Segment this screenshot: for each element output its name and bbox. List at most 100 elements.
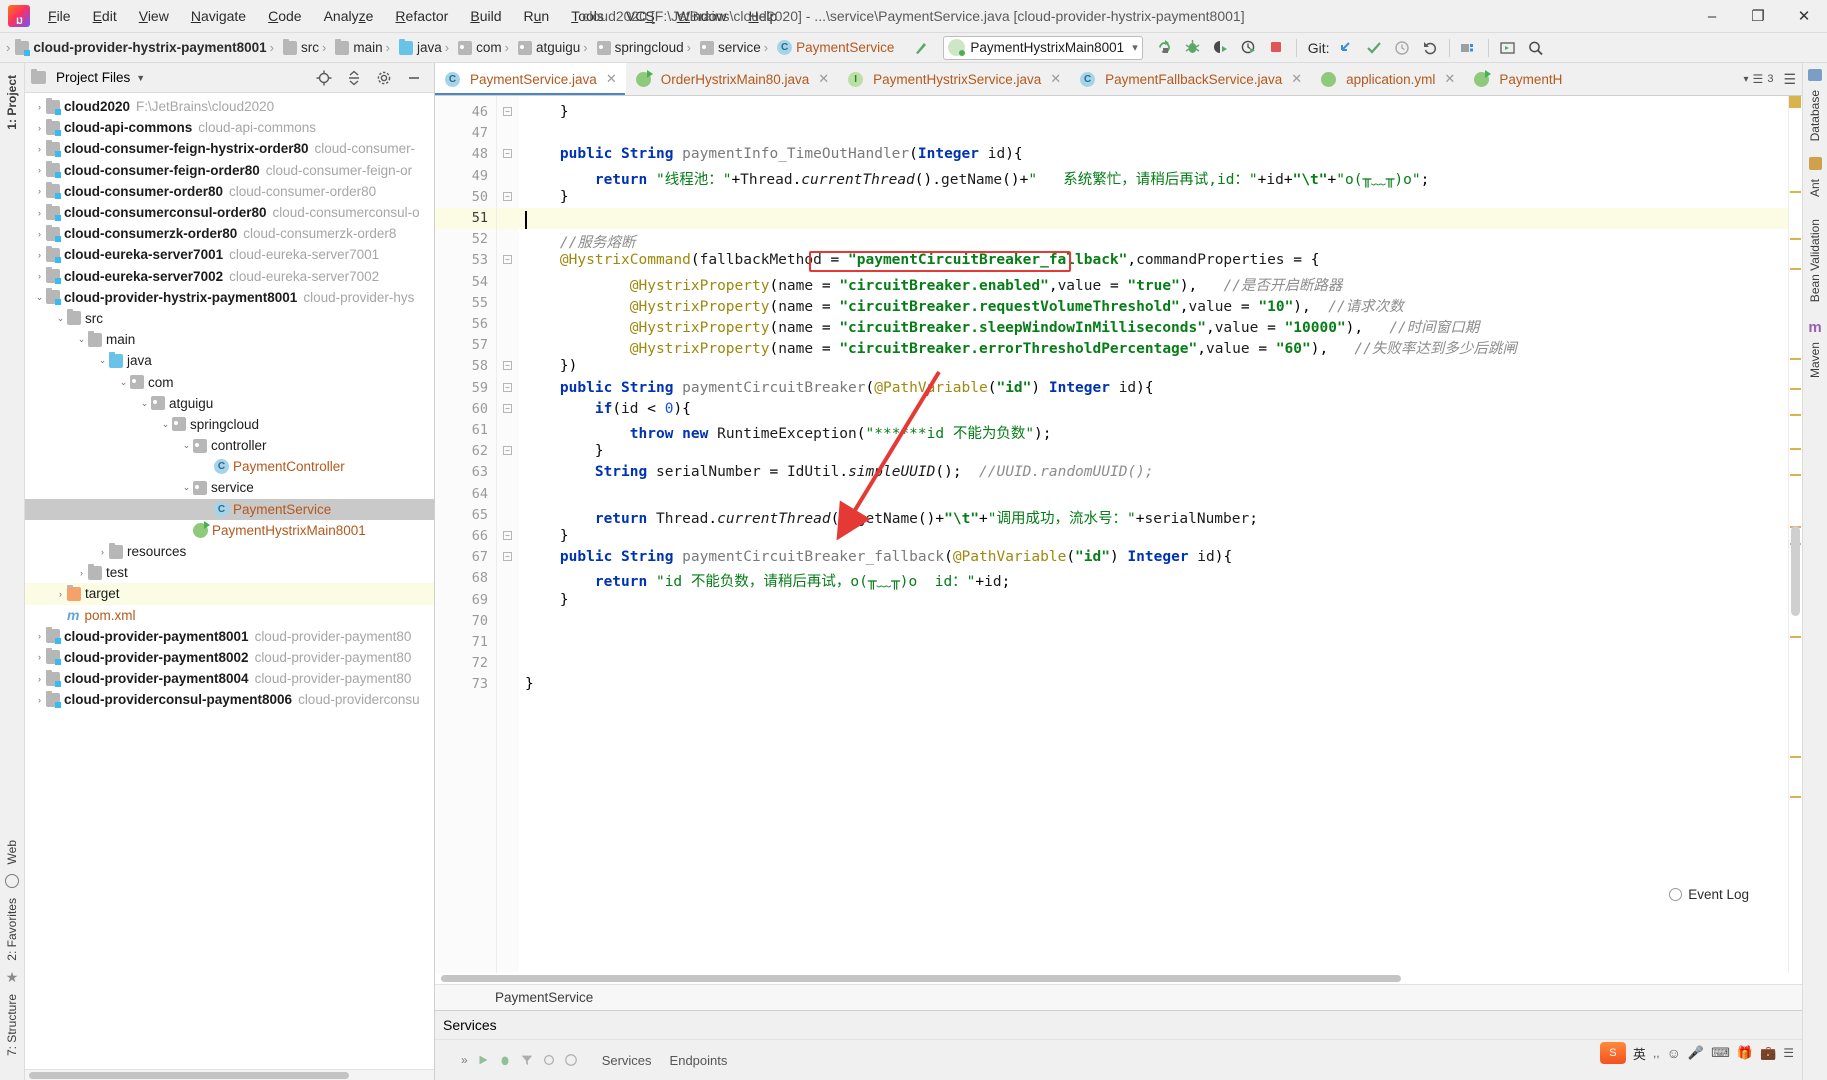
menu-refactor[interactable]: Refactor <box>385 4 458 28</box>
code-line[interactable]: return "线程池："+Thread.currentThread().get… <box>525 168 1429 189</box>
chevron-down-icon[interactable]: ▾ <box>1744 74 1749 85</box>
fold-toggle-icon[interactable]: − <box>503 255 512 265</box>
tree-item-controller[interactable]: ⌄ controller <box>25 435 434 456</box>
tree-item-cloud-providerconsul-payment8006[interactable]: › cloud-providerconsul-payment8006 cloud-p… <box>25 689 434 710</box>
error-stripe-marker[interactable] <box>1790 796 1801 798</box>
run-anything-icon[interactable] <box>1494 35 1522 61</box>
project-structure-icon[interactable] <box>1455 35 1483 61</box>
error-stripe-marker[interactable] <box>1790 474 1801 476</box>
commit-icon[interactable] <box>1360 35 1388 61</box>
tool-window-database[interactable]: Database <box>1808 90 1822 141</box>
fold-toggle-icon[interactable]: − <box>503 361 512 371</box>
tree-expand-arrow[interactable]: › <box>33 165 46 175</box>
menu-window[interactable]: Window <box>667 4 737 28</box>
menu-tools[interactable]: Tools <box>561 4 614 28</box>
gift-icon[interactable]: 🎁 <box>1737 1045 1753 1061</box>
fold-toggle-icon[interactable]: − <box>503 107 512 116</box>
rollback-icon[interactable] <box>1416 35 1444 61</box>
breadcrumb-item-class[interactable]: C PaymentService <box>774 40 897 55</box>
fold-toggle-icon[interactable]: − <box>503 552 512 562</box>
editor-tab-application-yml[interactable]: application.yml ✕ <box>1311 63 1464 95</box>
tree-expand-arrow[interactable]: ⌄ <box>180 482 193 493</box>
tree-item-cloud-eureka-server7001[interactable]: › cloud-eureka-server7001 cloud-eureka-ser… <box>25 244 434 265</box>
settings-icon[interactable] <box>542 1053 556 1067</box>
editor-tabs-overflow[interactable]: ▾ ☰ 3 ☰ <box>1738 63 1802 95</box>
close-icon[interactable]: ✕ <box>603 71 617 87</box>
breadcrumb-item-com[interactable]: com › <box>455 40 515 55</box>
code-editor[interactable]: } public String paymentInfo_TimeOutHandl… <box>519 96 1788 973</box>
tree-expand-arrow[interactable]: ⌄ <box>54 313 67 324</box>
editor-tab-orderhystrixmain80-java[interactable]: OrderHystrixMain80.java ✕ <box>626 63 838 95</box>
error-stripe-marker[interactable] <box>1790 388 1801 390</box>
window-controls[interactable]: – ❐ ✕ <box>1689 0 1827 32</box>
menu-vcs[interactable]: VCS <box>616 4 665 28</box>
code-line[interactable]: } <box>525 104 569 120</box>
tree-item-springcloud[interactable]: ⌄ springcloud <box>25 414 434 435</box>
chevron-down-icon[interactable]: ▼ <box>136 73 145 83</box>
tree-expand-arrow[interactable]: › <box>33 208 46 218</box>
services-tab-services[interactable]: Services <box>602 1053 652 1068</box>
code-line[interactable]: } <box>525 189 569 205</box>
tree-item-atguigu[interactable]: ⌄ atguigu <box>25 393 434 414</box>
code-line[interactable]: } <box>525 528 569 544</box>
run-with-coverage-icon[interactable] <box>1207 35 1235 61</box>
services-tab-endpoints[interactable]: Endpoints <box>670 1053 728 1068</box>
help-icon[interactable] <box>564 1053 578 1067</box>
tool-window-ant[interactable]: Ant <box>1808 179 1822 197</box>
menu-edit[interactable]: Edit <box>83 4 127 28</box>
tool-window-favorites[interactable]: 2: Favorites <box>5 898 19 961</box>
tree-expand-arrow[interactable]: ⌄ <box>138 398 151 409</box>
run-icon[interactable] <box>476 1053 490 1067</box>
error-stripe-marker[interactable] <box>1790 414 1801 416</box>
services-toolbar[interactable]: » <box>435 1053 578 1067</box>
menu-bar[interactable]: File Edit View Navigate Code Analyze Ref… <box>38 4 787 28</box>
fold-toggle-icon[interactable]: − <box>503 149 512 159</box>
event-log-button[interactable]: Event Log <box>1669 887 1749 902</box>
editor-tab-paymenthystrixservice-java[interactable]: I PaymentHystrixService.java ✕ <box>838 63 1070 95</box>
code-line[interactable]: }) <box>525 358 577 374</box>
breadcrumb-item-service[interactable]: service › <box>697 40 774 55</box>
tree-item-java[interactable]: ⌄ java <box>25 350 434 371</box>
debug-icon[interactable] <box>1179 35 1207 61</box>
tab-menu-icon[interactable]: ☰ <box>1783 71 1796 88</box>
breadcrumb-item-java[interactable]: java › <box>396 38 455 55</box>
close-icon[interactable]: ✕ <box>1288 71 1302 87</box>
tree-item-cloud-provider-payment8004[interactable]: › cloud-provider-payment8004 cloud-provide… <box>25 668 434 689</box>
breadcrumb-item-src[interactable]: src › <box>280 38 332 55</box>
ime-language-indicator[interactable]: 英 <box>1633 1044 1646 1063</box>
editor-breadcrumb[interactable]: PaymentService <box>435 984 1802 1010</box>
code-line[interactable]: if(id < 0){ <box>525 401 691 417</box>
fold-toggle-icon[interactable]: − <box>503 191 512 201</box>
editor-tab-paymenth[interactable]: PaymentH <box>1464 63 1571 95</box>
code-line[interactable]: String serialNumber = IdUtil.simpleUUID(… <box>525 464 1154 480</box>
debug-icon[interactable] <box>498 1053 512 1067</box>
error-stripe-marker[interactable] <box>1790 756 1801 758</box>
menu-code[interactable]: Code <box>258 4 311 28</box>
code-line[interactable]: @HystrixProperty(name = "circuitBreaker.… <box>525 316 1480 337</box>
hide-panel-icon[interactable] <box>400 65 428 91</box>
filter-icon[interactable] <box>520 1053 534 1067</box>
code-line[interactable]: public String paymentCircuitBreaker(@Pat… <box>525 380 1154 396</box>
stop-icon[interactable] <box>1263 35 1291 61</box>
menu-view[interactable]: View <box>129 4 179 28</box>
project-panel-actions[interactable] <box>310 65 428 91</box>
expand-icon[interactable]: » <box>461 1053 468 1067</box>
error-stripe-marker[interactable] <box>1790 358 1801 360</box>
fold-toggle-icon[interactable]: − <box>503 531 512 540</box>
tree-expand-arrow[interactable]: › <box>33 250 46 260</box>
inspection-status-indicator[interactable] <box>1789 96 1801 108</box>
tool-window-structure[interactable]: 7: Structure <box>5 994 19 1056</box>
tree-expand-arrow[interactable]: ⌄ <box>75 334 88 345</box>
tool-window-web[interactable]: Web <box>5 840 19 864</box>
tree-item-cloud-consumer-order80[interactable]: › cloud-consumer-order80 cloud-consumer-or… <box>25 181 434 202</box>
locate-icon[interactable] <box>310 65 338 91</box>
search-everywhere-icon[interactable] <box>1522 35 1550 61</box>
code-line[interactable]: @HystrixProperty(name = "circuitBreaker.… <box>525 274 1343 295</box>
tree-item-cloud-provider-payment8002[interactable]: › cloud-provider-payment8002 cloud-provide… <box>25 647 434 668</box>
close-icon[interactable]: ✕ <box>1047 71 1061 87</box>
breadcrumb-item-module[interactable]: cloud-provider-hystrix-payment8001 › <box>12 38 280 56</box>
tree-expand-arrow[interactable]: › <box>33 229 46 239</box>
code-line[interactable]: throw new RuntimeException("******id 不能为… <box>525 422 1052 443</box>
error-stripe-markers[interactable] <box>1788 96 1802 973</box>
tree-item-service[interactable]: ⌄ service <box>25 477 434 498</box>
